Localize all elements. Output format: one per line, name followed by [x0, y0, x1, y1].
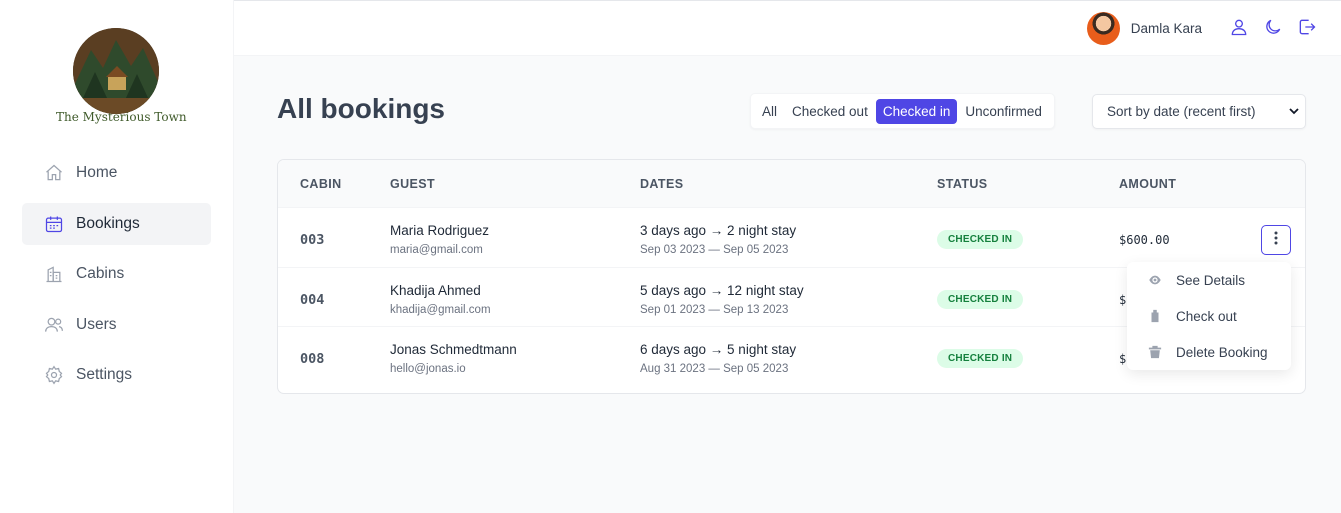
- logout-button[interactable]: [1296, 18, 1318, 40]
- status-badge: CHECKED IN: [937, 349, 1024, 368]
- eye-icon: [1148, 273, 1162, 287]
- column-header-guest: GUEST: [390, 177, 436, 191]
- home-icon: [44, 163, 64, 183]
- amount: $: [1119, 352, 1127, 366]
- logo-image: [73, 28, 159, 114]
- logo: The Mysterious Town: [56, 28, 187, 124]
- filter-checked-in[interactable]: Checked in: [875, 98, 958, 124]
- menu-item-see-details[interactable]: See Details: [1127, 262, 1291, 298]
- chevron-down-icon: [1288, 105, 1300, 117]
- sidebar-item-label: Bookings: [76, 214, 140, 232]
- date-range: Sep 03 2023 — Sep 05 2023: [640, 244, 789, 256]
- user-icon: [1229, 17, 1249, 42]
- dark-mode-toggle[interactable]: [1262, 18, 1284, 40]
- filter-checked-out[interactable]: Checked out: [785, 99, 875, 124]
- account-button[interactable]: [1228, 18, 1250, 40]
- cabin-number: 004: [300, 291, 325, 308]
- guest-name: Jonas Schmedtmann: [390, 342, 517, 357]
- status-filter: All Checked out Checked in Unconfirmed: [750, 93, 1055, 129]
- status-badge: CHECKED IN: [937, 289, 1024, 309]
- trash-icon: [1148, 345, 1162, 359]
- status-badge: CHECKED IN: [937, 230, 1024, 249]
- more-vertical-icon: [1268, 230, 1284, 251]
- building-icon: [44, 264, 64, 284]
- amount: $600.00: [1119, 233, 1170, 247]
- menu-item-label: Delete Booking: [1176, 344, 1268, 360]
- sidebar-item-label: Home: [76, 164, 118, 181]
- logout-icon: [1297, 17, 1317, 42]
- stay-summary: 6 days ago → 5 night stay: [640, 342, 797, 357]
- column-header-amount: AMOUNT: [1119, 177, 1177, 191]
- table-row: 003 Maria Rodriguez maria@gmail.com 3 da…: [278, 208, 1305, 268]
- sidebar-item-home[interactable]: Home: [22, 152, 211, 194]
- row-menu-button[interactable]: [1261, 225, 1291, 255]
- guest-email: maria@gmail.com: [390, 244, 483, 256]
- sidebar-item-users[interactable]: Users: [22, 304, 211, 346]
- guest-email: khadija@gmail.com: [390, 303, 491, 316]
- menu-item-check-out[interactable]: Check out: [1127, 298, 1291, 334]
- sort-selected-value: Sort by date (recent first): [1107, 104, 1256, 119]
- menu-item-delete-booking[interactable]: Delete Booking: [1127, 334, 1291, 370]
- sidebar-item-cabins[interactable]: Cabins: [22, 253, 211, 295]
- column-header-cabin: CABIN: [300, 177, 342, 191]
- sidebar-item-label: Users: [76, 315, 117, 333]
- calendar-icon: [44, 214, 64, 234]
- table-header: CABIN GUEST DATES STATUS AMOUNT: [278, 160, 1305, 208]
- cabin-number: 008: [300, 351, 325, 367]
- stay-summary: 5 days ago → 12 night stay: [640, 282, 804, 298]
- menu-item-label: See Details: [1176, 272, 1246, 288]
- user-profile[interactable]: Damla Kara: [1086, 12, 1202, 45]
- users-icon: [44, 315, 64, 335]
- avatar: [1086, 12, 1120, 45]
- menu-item-label: Check out: [1176, 308, 1237, 324]
- guest-name: Khadija Ahmed: [390, 282, 481, 298]
- sidebar: The Mysterious Town Home Bookings Cabins…: [0, 0, 234, 513]
- filter-unconfirmed[interactable]: Unconfirmed: [958, 99, 1049, 124]
- filter-all[interactable]: All: [755, 99, 784, 124]
- sidebar-item-label: Cabins: [76, 265, 125, 282]
- user-name: Damla Kara: [1130, 21, 1202, 36]
- row-actions-menu: See Details Check out Delete Booking: [1127, 262, 1291, 370]
- column-header-status: STATUS: [937, 177, 988, 191]
- guest-email: hello@jonas.io: [390, 363, 466, 375]
- sidebar-item-bookings[interactable]: Bookings: [22, 202, 211, 245]
- top-header: Damla Kara: [234, 0, 1341, 56]
- moon-icon: [1263, 17, 1283, 42]
- sidebar-item-settings[interactable]: Settings: [22, 354, 211, 396]
- column-header-dates: DATES: [640, 177, 684, 191]
- page-title: All bookings: [277, 93, 445, 124]
- sidebar-item-label: Settings: [76, 366, 133, 383]
- date-range: Aug 31 2023 — Sep 05 2023: [640, 363, 789, 375]
- guest-name: Maria Rodriguez: [390, 223, 490, 238]
- sort-select[interactable]: Sort by date (recent first): [1092, 94, 1306, 129]
- cabin-number: 003: [300, 232, 325, 248]
- date-range: Sep 01 2023 — Sep 13 2023: [640, 303, 789, 316]
- stay-summary: 3 days ago → 2 night stay: [640, 223, 797, 238]
- sidebar-nav: Home Bookings Cabins Users Settings: [22, 152, 211, 405]
- gear-icon: [44, 365, 64, 385]
- checkout-icon: [1148, 309, 1162, 323]
- amount: $: [1119, 292, 1127, 307]
